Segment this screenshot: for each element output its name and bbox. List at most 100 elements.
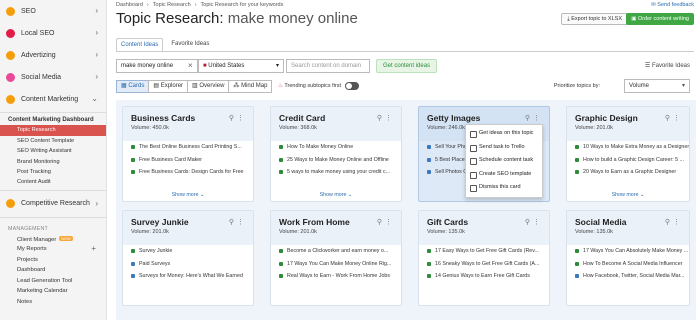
sidebar-item-projects[interactable]: Projects [0,255,106,266]
list-item[interactable]: Free Business Cards: Design Cards for Fr… [123,166,253,179]
breadcrumb-current: Topic Research for your keywords [200,2,284,8]
list-item[interactable]: 14 Genius Ways to Earn Free Gift Cards [419,270,549,283]
list-item[interactable]: How Facebook, Twitter, Social Media Mar.… [567,270,689,283]
sidebar-item-label: Local SEO [21,29,55,37]
order-content-button[interactable]: ▣ Order content writing [626,13,694,25]
show-more-link[interactable]: Show more ⌄ [271,192,401,198]
search-icon[interactable]: ⚲ [525,115,533,122]
view-overview[interactable]: ▥ Overview [187,80,230,93]
view-cards[interactable]: ▦ Cards [116,80,150,93]
more-icon[interactable]: ⋮ [385,115,395,122]
sidebar-sub-content-audit[interactable]: Content Audit [0,177,106,187]
sidebar-item-social-media[interactable]: Social Media › [0,66,106,88]
list-item[interactable]: 17 Easy Ways to Get Free Gift Cards (Rev… [419,245,549,258]
sidebar-item-dashboard[interactable]: Dashboard [0,265,106,276]
topic-card[interactable]: Social Media Volume: 135.0k ⚲⋮ 17 Ways You… [566,210,690,306]
export-xlsx-button[interactable]: ⤓ Export topic to XLSX [561,13,628,25]
list-item[interactable]: 17 Ways You Can Make Money Online Rig... [271,258,401,271]
view-explorer[interactable]: ▤ Explorer [148,80,189,93]
sidebar-item-my-reports[interactable]: My Reports + [0,244,106,255]
search-icon[interactable]: ⚲ [229,115,237,122]
topic-card[interactable]: Credit Card Volume: 368.0k ⚲⋮ How To Make … [270,106,402,202]
view-mind-map[interactable]: ⁂ Mind Map [228,80,273,93]
topic-card[interactable]: Survey Junkie Volume: 201.0k ⚲⋮ Survey Jun… [122,210,254,306]
search-icon[interactable]: ⚲ [525,219,533,226]
list-item[interactable]: Free Business Card Maker [123,154,253,167]
search-icon[interactable]: ⚲ [377,219,385,226]
sidebar-item-advertizing[interactable]: Advertizing › [0,44,106,66]
sidebar-item-lead-generation[interactable]: Lead Generation Tool [0,276,106,287]
menu-item-dismiss-card[interactable]: Dismiss this card [466,181,542,195]
sidebar-sub-seo-content-template[interactable]: SEO Content Template [0,136,106,146]
list-item[interactable]: 17 Ways You Can Absolutely Make Money ..… [567,245,689,258]
sidebar-sub-brand-monitoring[interactable]: Brand Monitoring [0,157,106,167]
divider [0,112,106,113]
search-icon[interactable]: ⚲ [229,219,237,226]
social-media-icon [6,72,15,82]
more-icon[interactable]: ⋮ [237,219,247,226]
list-item[interactable]: How To Become A Social Media Influencer [567,258,689,271]
country-select[interactable]: ■ United States ▾ [198,59,284,73]
search-icon[interactable]: ⚲ [665,115,673,122]
show-more-link[interactable]: Show more ⌄ [123,192,253,198]
list-item[interactable]: Paid Surveys [123,258,253,271]
sidebar-item-seo[interactable]: SEO › [0,0,106,22]
search-icon[interactable]: ⚲ [665,219,673,226]
sidebar-item-content-marketing[interactable]: Content Marketing ⌄ [0,88,106,110]
tab-bar: Content Ideas Favorite Ideas [116,38,217,52]
list-item[interactable]: 5 ways to make money using your credit c… [271,166,401,179]
sidebar-item-competitive-research[interactable]: Competitive Research › [0,193,106,215]
plus-icon[interactable]: + [91,244,96,255]
breadcrumb-dashboard[interactable]: Dashboard [116,2,143,8]
topic-card[interactable]: Graphic Design Volume: 201.0k ⚲⋮ 10 Ways t… [566,106,690,202]
sidebar-item-local-seo[interactable]: Local SEO › [0,22,106,44]
sidebar-item-notes[interactable]: Notes [0,297,106,308]
search-icon[interactable]: ⚲ [377,115,385,122]
prioritize-select[interactable]: Volume [624,79,690,93]
menu-item-create-seo-template[interactable]: Create SEO template [466,168,542,182]
send-feedback-link[interactable]: ✉ Send feedback [651,2,694,8]
feedback-label: Send feedback [657,2,694,8]
get-content-ideas-button[interactable]: Get content ideas [376,59,438,73]
topic-card[interactable]: Business Cards Volume: 450.0k ⚲⋮ The Best … [122,106,254,202]
list-item[interactable]: How To Make Money Online [271,141,401,154]
sidebar-sub-post-tracking[interactable]: Post Tracking [0,167,106,177]
trending-toggle[interactable] [345,82,359,90]
topic-card[interactable]: Work From Home Volume: 201.0k ⚲⋮ Become a … [270,210,402,306]
show-more-link[interactable]: Show more ⌄ [567,192,689,198]
more-icon[interactable]: ⋮ [533,115,543,122]
tab-favorite-ideas[interactable]: Favorite Ideas [167,38,213,52]
list-item[interactable]: 10 Ways to Make Extra Money as a Designe… [567,141,689,154]
more-icon[interactable]: ⋮ [237,115,247,122]
sidebar-item-marketing-calendar[interactable]: Marketing Calendar [0,286,106,297]
more-icon[interactable]: ⋮ [673,219,683,226]
list-item[interactable]: 25 Ways to Make Money Online and Offline [271,154,401,167]
sidebar-sub-seo-writing-assistant[interactable]: SEO Writing Assistant [0,146,106,156]
more-icon[interactable]: ⋮ [673,115,683,122]
view-switcher: ▦ Cards ▤ Explorer ▥ Overview ⁂ Mind Map [116,80,273,93]
sidebar-sub-cm-dashboard[interactable]: Content Marketing Dashboard [0,115,106,125]
list-item[interactable]: 20 Ways to Earn as a Graphic Designer [567,166,689,179]
menu-item-schedule-task[interactable]: Schedule content task [466,154,542,168]
clear-icon[interactable]: × [188,61,193,70]
list-item[interactable]: The Best Online Business Card Printing S… [123,141,253,154]
tab-content-ideas[interactable]: Content Ideas [116,38,164,52]
list-item[interactable]: Survey Junkie [123,245,253,258]
list-item[interactable]: Become a Clickworker and earn money o... [271,245,401,258]
breadcrumb-topic-research[interactable]: Topic Research [153,2,191,8]
more-icon[interactable]: ⋮ [385,219,395,226]
list-item[interactable]: 16 Sneaky Ways to Get Free Gift Cards (A… [419,258,549,271]
sidebar-item-client-manager[interactable]: Client Manager NEW [0,234,106,245]
keyword-input[interactable]: make money online [116,59,198,73]
topic-card[interactable]: Gift Cards Volume: 135.0k ⚲⋮ 17 Easy Ways … [418,210,550,306]
menu-item-get-ideas[interactable]: Get ideas on this topic [466,127,542,141]
more-icon[interactable]: ⋮ [533,219,543,226]
sidebar-sub-topic-research[interactable]: Topic Research [0,125,106,136]
sidebar-item-label: My Reports [17,246,47,253]
menu-item-send-trello[interactable]: Send task to Trello [466,141,542,155]
list-item[interactable]: Real Ways to Earn - Work From Home Jobs [271,270,401,283]
domain-search-input[interactable]: Search content on domain [286,59,370,73]
list-item[interactable]: How to build a Graphic Design Career: 5 … [567,154,689,167]
favorite-ideas-link[interactable]: ☰ Favorite Ideas [645,62,690,69]
list-item[interactable]: Surveys for Money: Here's What We Earned [123,270,253,283]
